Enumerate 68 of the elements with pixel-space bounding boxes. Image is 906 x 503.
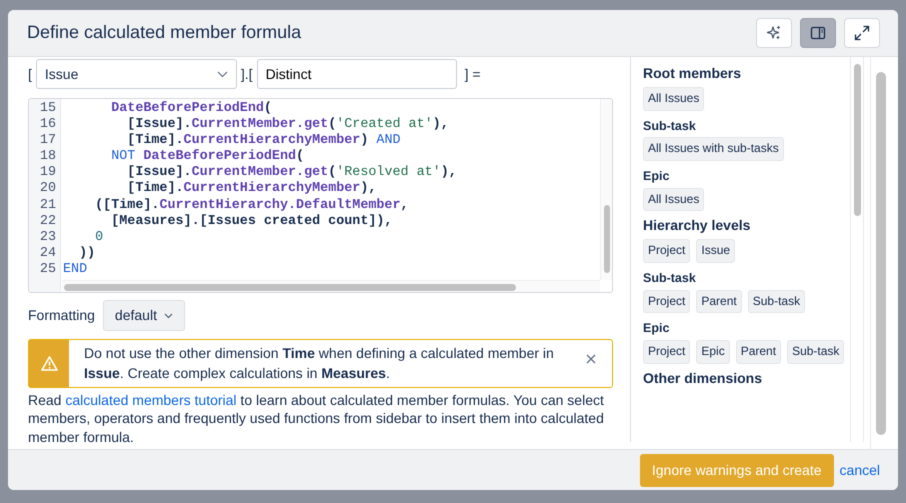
equals-text: ] =	[464, 64, 481, 84]
panel-button[interactable]	[800, 18, 836, 48]
sparkle-button[interactable]	[756, 18, 792, 48]
code-editor[interactable]	[28, 98, 613, 293]
line-number: 18	[38, 149, 56, 166]
close-icon[interactable]	[586, 354, 596, 364]
warning-message: Do not use the other dimension Time when defining a calculated member in Issue. Create complex calculations in Measures.	[83, 344, 555, 383]
line-number: 17	[38, 133, 56, 150]
member-chip[interactable]: Parent	[736, 340, 782, 364]
section-heading: Root members	[643, 64, 742, 83]
line-number: 23	[38, 230, 56, 246]
code-line: [Time].CurrentHierarchyMember),	[126, 181, 378, 198]
line-number: 15	[38, 101, 56, 118]
expand-button[interactable]	[844, 18, 880, 48]
scrollbar-thumb[interactable]	[876, 72, 886, 435]
formatting-label: Formatting	[28, 306, 95, 325]
line-number: 21	[38, 198, 56, 214]
member-chip[interactable]: All Issues with sub-tasks	[643, 137, 784, 161]
chevron-down-icon	[216, 70, 228, 78]
code-line: [Issue].CurrentMember.get('Created at'),	[126, 117, 450, 133]
code-line: ([Time].CurrentHierarchy.DefaultMember,	[94, 198, 410, 214]
scrollbar-thumb[interactable]	[64, 284, 516, 291]
bracket-text: ].[	[240, 64, 253, 84]
member-chip[interactable]: Sub-task	[787, 340, 844, 364]
dimension-select[interactable]: Issue	[36, 59, 237, 89]
chevron-down-icon	[164, 312, 173, 318]
cancel-link[interactable]: cancel	[834, 454, 880, 486]
code-line: [Issue].CurrentMember.get('Resolved at'),	[126, 165, 458, 181]
code-line: END	[63, 262, 88, 278]
section-heading: Sub-task	[643, 270, 697, 287]
panel-icon	[810, 25, 826, 41]
line-number: 22	[38, 214, 56, 230]
name-input[interactable]: Distinct	[256, 59, 457, 89]
member-chip[interactable]: Project	[643, 239, 690, 263]
section-heading: Epic	[643, 168, 670, 185]
line-number: 19	[38, 165, 56, 182]
bracket-text: [	[28, 64, 32, 84]
code-line: [Time].CurrentHierarchyMember) AND	[126, 133, 402, 149]
scrollbar-thumb[interactable]	[604, 205, 610, 273]
code-line: [Measures].[Issues created count]),	[110, 214, 394, 230]
tutorial-link[interactable]: calculated members tutorial	[65, 392, 237, 408]
help-text: Read calculated members tutorial to learn about calculated member formulas. You can select members, operators and frequently used functions from sidebar to insert them into calculated member formula.	[28, 391, 605, 446]
line-number: 20	[38, 181, 56, 198]
sparkle-icon	[766, 25, 782, 41]
code-line: NOT DateBeforePeriodEnd(	[110, 149, 306, 165]
code-line: 0	[94, 230, 104, 246]
expand-icon	[854, 25, 870, 41]
section-heading: Other dimensions	[643, 368, 764, 388]
member-chip[interactable]: Sub-task	[748, 290, 806, 314]
code-line: DateBeforePeriodEnd(	[110, 101, 273, 117]
scrollbar-thumb[interactable]	[854, 64, 861, 216]
member-chip[interactable]: All Issues	[643, 188, 704, 212]
member-chip[interactable]: Project	[643, 340, 690, 364]
member-chip[interactable]: Parent	[696, 290, 742, 314]
warning-icon	[40, 356, 58, 372]
formatting-dropdown[interactable]: default	[102, 300, 185, 331]
section-heading: Epic	[643, 320, 670, 338]
dialog-title: Define calculated member formula	[27, 22, 302, 44]
member-chip[interactable]: Epic	[696, 340, 730, 364]
line-number: 25	[38, 262, 56, 278]
code-line: ))	[78, 246, 96, 262]
member-chip[interactable]: Project	[643, 290, 690, 314]
line-number: 24	[38, 246, 56, 262]
line-number: 16	[38, 117, 56, 134]
section-heading: Sub-task	[643, 118, 697, 135]
member-chip[interactable]: Issue	[696, 239, 736, 263]
member-chip[interactable]: All Issues	[643, 87, 704, 111]
section-heading: Hierarchy levels	[643, 216, 752, 236]
